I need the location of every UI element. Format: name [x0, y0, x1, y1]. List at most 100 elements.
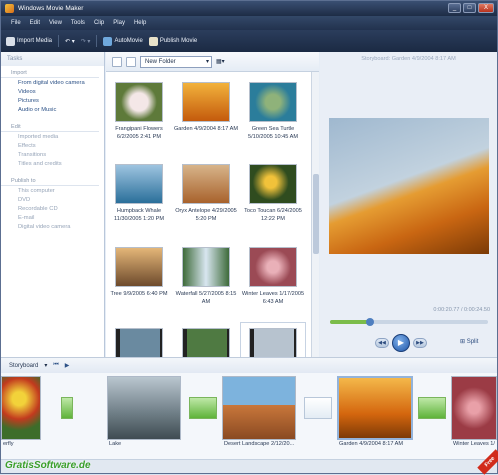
- import-media-button[interactable]: Import Media: [6, 36, 52, 46]
- storyboard-clip-selected[interactable]: Garden 4/9/2004 8:17 AM: [337, 376, 413, 454]
- task-pictures[interactable]: Pictures: [1, 96, 104, 105]
- redo-icon: ↷ ▾: [80, 38, 91, 45]
- next-frame-button[interactable]: ▶▶: [413, 338, 427, 348]
- menu-clip[interactable]: Clip: [94, 20, 104, 26]
- view-options-icon[interactable]: ▦▾: [216, 58, 225, 65]
- menu-file[interactable]: File: [11, 20, 21, 26]
- play-button[interactable]: ▶: [392, 334, 410, 352]
- gallery-clip[interactable]: Toco Toucan 6/24/2005 12:22 PM: [240, 164, 306, 223]
- task-effects[interactable]: Effects: [1, 141, 104, 150]
- seek-progress: [330, 320, 370, 324]
- maximize-button[interactable]: □: [463, 3, 476, 13]
- automovie-button[interactable]: AutoMovie: [103, 36, 143, 46]
- gallery-clip[interactable]: Humpback Whale 11/30/2005 1:20 PM: [106, 164, 172, 223]
- publish-icon: [148, 36, 158, 46]
- task-from-camera[interactable]: From digital video camera: [1, 78, 104, 87]
- gallery-clip[interactable]: Frangipani Flowers 6/2/2005 2:41 PM: [106, 82, 172, 141]
- undo-button[interactable]: ↶ ▾: [65, 38, 75, 45]
- storyboard-clip[interactable]: erfly: [1, 376, 41, 454]
- storyboard-clip[interactable]: Desert Landscape 2/12/20...: [222, 376, 296, 454]
- storyboard-clip[interactable]: Lake: [107, 376, 181, 454]
- clip-thumbnail: [115, 328, 163, 357]
- task-group-edit: Edit: [1, 120, 99, 132]
- clip-thumbnail: [451, 376, 497, 440]
- scrollbar-thumb[interactable]: [313, 174, 319, 254]
- import-icon: [6, 36, 15, 46]
- gallery-clip[interactable]: Garden 4/9/2004 8:17 AM: [173, 82, 239, 133]
- clip-thumbnail: [115, 164, 163, 204]
- transition-slot[interactable]: [304, 397, 332, 419]
- transition-slot[interactable]: [189, 397, 217, 419]
- gallery-clip[interactable]: [173, 328, 239, 357]
- close-button[interactable]: X: [478, 3, 494, 13]
- task-titles[interactable]: Titles and credits: [1, 159, 104, 168]
- previous-frame-button[interactable]: ◀◀: [375, 338, 389, 348]
- redo-button[interactable]: ↷ ▾: [81, 38, 91, 45]
- split-icon: ⊞: [460, 339, 467, 345]
- menu-help[interactable]: Help: [134, 20, 146, 26]
- rewind-icon[interactable]: ⏮: [53, 362, 58, 369]
- gallery-scrollbar[interactable]: [311, 72, 319, 357]
- seek-knob[interactable]: [365, 318, 374, 326]
- gallery-clip[interactable]: Winter Leaves 1/17/2005 6:43 AM: [240, 247, 306, 306]
- task-dvd[interactable]: DVD: [1, 195, 104, 204]
- clip-thumbnail: [249, 82, 297, 122]
- storyboard-clip[interactable]: Winter Leaves 1/: [451, 376, 497, 454]
- task-transitions[interactable]: Transitions: [1, 150, 104, 159]
- task-this-computer[interactable]: This computer: [1, 186, 104, 195]
- undo-icon: ↶ ▾: [65, 38, 75, 45]
- gallery-clip[interactable]: [106, 328, 172, 357]
- title-bar: Windows Movie Maker _ □ X: [1, 1, 497, 16]
- transition-slot[interactable]: [418, 397, 446, 419]
- folder-up-icon[interactable]: [126, 56, 136, 67]
- play-storyboard-icon[interactable]: ▶: [65, 362, 70, 369]
- chevron-down-icon[interactable]: ▾: [44, 362, 47, 369]
- menu-view[interactable]: View: [49, 20, 62, 26]
- timecode: 0:00:20.77 / 0:00:24.50: [433, 307, 490, 313]
- storyboard: erfly Lake Desert Landscape 2/12/20... G…: [1, 373, 497, 459]
- preview-monitor-pane: Storyboard: Garden 4/9/2004 8:17 AM 0:00…: [320, 52, 497, 357]
- storyboard-dropdown[interactable]: Storyboard: [9, 363, 38, 369]
- clip-thumbnail: [182, 164, 230, 204]
- clip-thumbnail: [182, 82, 230, 122]
- clip-thumbnail: [222, 376, 296, 440]
- clip-thumbnail: [1, 376, 41, 440]
- window-title: Windows Movie Maker: [18, 5, 84, 12]
- minimize-button[interactable]: _: [448, 3, 461, 13]
- clip-thumbnail: [182, 328, 230, 357]
- automovie-icon: [103, 36, 113, 46]
- task-audio[interactable]: Audio or Music: [1, 105, 104, 114]
- grid-view-icon[interactable]: [112, 56, 122, 67]
- menu-edit[interactable]: Edit: [30, 20, 40, 26]
- task-digital-camera[interactable]: Digital video camera: [1, 222, 104, 231]
- tasks-pane: Tasks Import From digital video camera V…: [1, 52, 105, 357]
- transition-slot[interactable]: [61, 397, 73, 419]
- task-imported-media[interactable]: Imported media: [1, 132, 104, 141]
- gallery-clip-selected[interactable]: [240, 322, 306, 357]
- publish-movie-button[interactable]: Publish Movie: [148, 36, 197, 46]
- task-videos[interactable]: Videos: [1, 87, 104, 96]
- clip-thumbnail: [115, 82, 163, 122]
- split-button[interactable]: ⊞ Split: [460, 338, 478, 345]
- clip-thumbnail: [107, 376, 181, 440]
- clip-thumbnail: [249, 328, 297, 357]
- clip-thumbnail: [249, 164, 297, 204]
- menu-tools[interactable]: Tools: [71, 20, 85, 26]
- task-recordable-cd[interactable]: Recordable CD: [1, 204, 104, 213]
- gallery-clip[interactable]: Tree 9/9/2005 6:40 PM: [106, 247, 172, 298]
- folder-dropdown[interactable]: New Folder: [140, 55, 212, 68]
- tasks-header: Tasks: [1, 52, 104, 66]
- playback-controls: ◀◀ ▶ ▶▶: [375, 334, 427, 352]
- task-group-import: Import: [1, 66, 99, 78]
- movie-maker-window: Windows Movie Maker _ □ X File Edit View…: [0, 0, 498, 475]
- seek-bar[interactable]: [330, 318, 488, 326]
- gallery-clip[interactable]: Green Sea Turtle 5/10/2005 10:45 AM: [240, 82, 306, 141]
- gallery-clip[interactable]: Waterfall 5/27/2005 8:15 AM: [173, 247, 239, 306]
- task-email[interactable]: E-mail: [1, 213, 104, 222]
- storyboard-toolbar: Storyboard ▾ ⏮ ▶: [1, 357, 497, 373]
- gallery-clip[interactable]: Oryx Antelope 4/29/2005 5:20 PM: [173, 164, 239, 223]
- clip-thumbnail: [182, 247, 230, 287]
- clip-thumbnail: [115, 247, 163, 287]
- menu-play[interactable]: Play: [113, 20, 125, 26]
- menu-bar: File Edit View Tools Clip Play Help: [1, 16, 497, 30]
